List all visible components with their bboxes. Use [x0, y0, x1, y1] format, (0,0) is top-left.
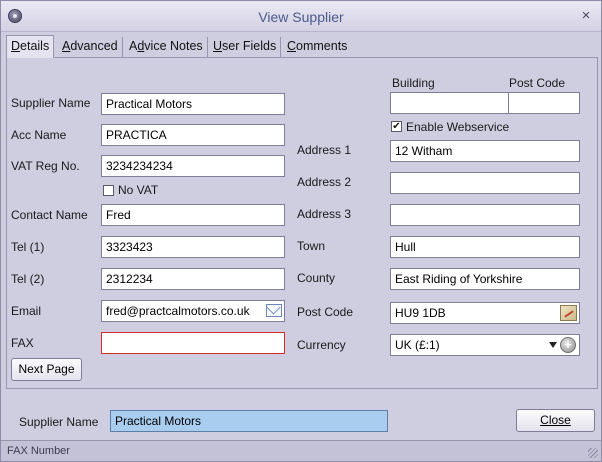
status-bar: FAX Number: [1, 440, 601, 461]
address1-field[interactable]: 12 Witham: [390, 140, 580, 162]
tab-comments[interactable]: Comments: [283, 37, 351, 57]
add-currency-icon[interactable]: +: [560, 337, 576, 353]
chevron-down-icon[interactable]: [549, 342, 557, 348]
email-value: fred@practcalmotors.co.uk: [106, 304, 250, 318]
no-vat-checkbox[interactable]: [103, 185, 114, 196]
tel2-field[interactable]: 2312234: [101, 268, 285, 290]
address2-label: Address 2: [297, 175, 352, 189]
tab-strip: Details Advanced Advice Notes User Field…: [6, 35, 598, 58]
title-bar: View Supplier ×: [1, 1, 601, 32]
building-field[interactable]: [390, 92, 510, 114]
enable-webservice-checkbox[interactable]: ✔: [391, 121, 402, 132]
post-code-field[interactable]: HU9 1DB: [390, 302, 580, 324]
building-label: Building: [392, 76, 435, 90]
footer-supplier-name-label: Supplier Name: [19, 415, 99, 429]
map-icon[interactable]: [560, 305, 577, 321]
contact-name-label: Contact Name: [11, 208, 88, 222]
contact-name-field[interactable]: Fred: [101, 204, 285, 226]
view-supplier-window: View Supplier × Details Advanced Advice …: [0, 0, 602, 462]
currency-select[interactable]: UK (£:1) +: [390, 334, 580, 356]
post-code-value: HU9 1DB: [395, 306, 446, 320]
post-code-top-label: Post Code: [509, 76, 566, 90]
close-button[interactable]: Close: [516, 409, 595, 432]
address3-field[interactable]: [390, 204, 580, 226]
close-window-icon[interactable]: ×: [577, 7, 595, 25]
next-page-button[interactable]: Next Page: [11, 358, 82, 381]
fax-label: FAX: [11, 336, 34, 350]
enable-webservice-label: Enable Webservice: [406, 120, 510, 134]
fax-field[interactable]: [101, 332, 285, 354]
currency-value: UK (£:1): [395, 338, 440, 352]
window-title: View Supplier: [258, 9, 344, 25]
tel1-field[interactable]: 3323423: [101, 236, 285, 258]
supplier-name-label: Supplier Name: [11, 96, 91, 110]
post-code-label: Post Code: [297, 305, 354, 319]
address1-label: Address 1: [297, 143, 352, 157]
status-text: FAX Number: [7, 445, 70, 457]
acc-name-field[interactable]: PRACTICA: [101, 124, 285, 146]
vat-reg-label: VAT Reg No.: [11, 159, 80, 173]
email-field[interactable]: fred@practcalmotors.co.uk: [101, 300, 285, 322]
town-label: Town: [297, 239, 326, 253]
envelope-icon[interactable]: [266, 304, 282, 317]
tab-user-fields[interactable]: User Fields: [209, 37, 282, 57]
tab-advice-notes[interactable]: Advice Notes: [125, 37, 208, 57]
footer-supplier-name-field: Practical Motors: [110, 410, 388, 432]
county-label: County: [297, 271, 336, 285]
tab-advanced[interactable]: Advanced: [58, 37, 123, 57]
acc-name-label: Acc Name: [11, 128, 67, 142]
tel1-label: Tel (1): [11, 240, 45, 254]
post-code-top-field[interactable]: [508, 92, 580, 114]
tel2-label: Tel (2): [11, 272, 45, 286]
email-label: Email: [11, 304, 42, 318]
vat-reg-field[interactable]: 3234234234: [101, 155, 285, 177]
address3-label: Address 3: [297, 207, 352, 221]
address2-field[interactable]: [390, 172, 580, 194]
county-field[interactable]: East Riding of Yorkshire: [390, 268, 580, 290]
tab-details[interactable]: Details: [6, 35, 55, 58]
supplier-name-field[interactable]: Practical Motors: [101, 93, 285, 115]
no-vat-label: No VAT: [118, 183, 159, 197]
resize-grip-icon[interactable]: [588, 448, 598, 458]
currency-label: Currency: [297, 338, 346, 352]
town-field[interactable]: Hull: [390, 236, 580, 258]
